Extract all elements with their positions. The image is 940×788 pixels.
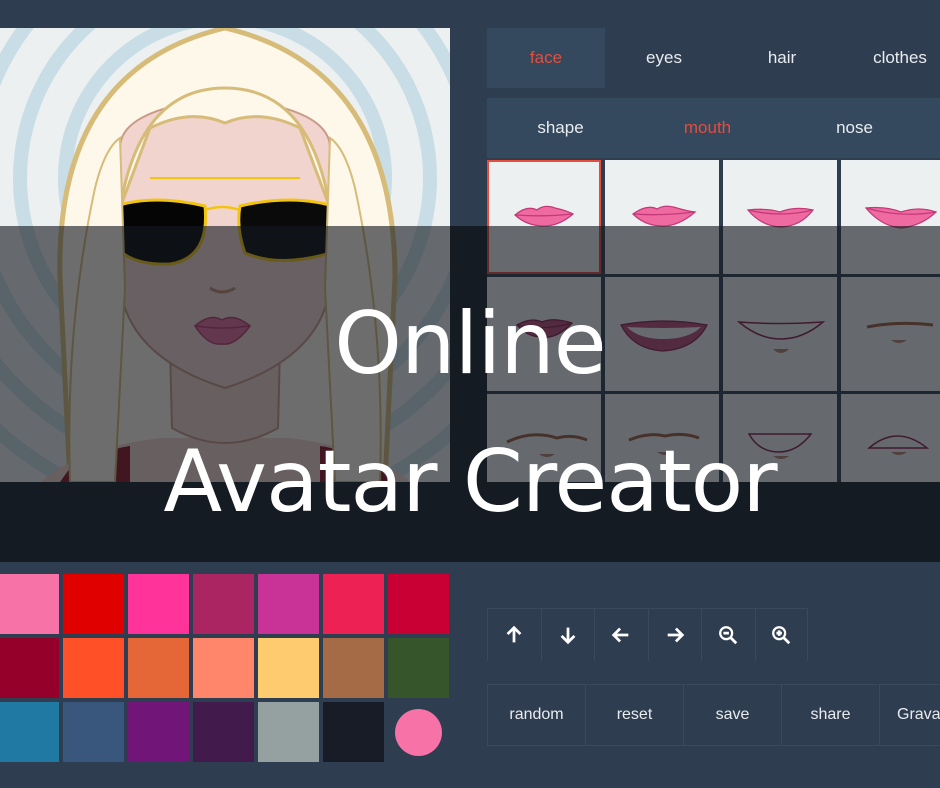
- mouth-icon: [620, 320, 708, 352]
- arrow-up-icon: [506, 625, 522, 643]
- color-palette: [0, 574, 450, 762]
- tab-clothes[interactable]: clothes: [841, 28, 940, 88]
- mouth-icon: [746, 207, 815, 228]
- move-left-button[interactable]: [113, 505, 170, 561]
- zoom-in-icon: [772, 626, 791, 645]
- mouth-icon: [631, 205, 697, 227]
- action-buttons: random reset save share Gravatar: [487, 684, 940, 746]
- avatar-preview: [0, 28, 450, 482]
- mouth-option[interactable]: [841, 394, 940, 508]
- arrow-right-icon: [189, 524, 208, 542]
- color-swatch[interactable]: [0, 574, 59, 634]
- redo-icon: [415, 526, 433, 535]
- part-zoom-out-button[interactable]: [701, 609, 755, 661]
- subcategory-tabs: shape mouth nose: [487, 98, 940, 158]
- redo-button[interactable]: [396, 505, 453, 561]
- mouth-option[interactable]: [605, 160, 719, 274]
- mouth-option[interactable]: [841, 160, 940, 274]
- avatar-illustration: [0, 28, 450, 482]
- arrow-left-icon: [130, 524, 149, 542]
- mouth-option[interactable]: [605, 394, 719, 508]
- random-button[interactable]: random: [488, 685, 586, 745]
- color-swatch[interactable]: [0, 638, 59, 698]
- color-swatch[interactable]: [128, 638, 189, 698]
- tab-eyes[interactable]: eyes: [605, 28, 723, 88]
- zoom-in-icon: [300, 523, 321, 544]
- mouth-icon: [866, 435, 930, 455]
- zoom-out-icon: [719, 626, 738, 645]
- share-button[interactable]: share: [782, 685, 880, 745]
- color-swatch[interactable]: [388, 638, 449, 698]
- mouth-option[interactable]: [605, 277, 719, 391]
- mouth-icon: [516, 319, 574, 338]
- tab-hair[interactable]: hair: [723, 28, 841, 88]
- undo-button[interactable]: [339, 505, 396, 561]
- undo-icon: [357, 526, 375, 535]
- mouth-option[interactable]: [723, 160, 837, 274]
- category-tabs: face eyes hair clothes: [487, 28, 940, 88]
- subtab-nose[interactable]: nose: [781, 98, 928, 158]
- mouth-icon: [747, 433, 813, 459]
- color-swatch[interactable]: [323, 702, 384, 762]
- part-move-right-button[interactable]: [647, 609, 702, 661]
- arrow-left-icon: [611, 627, 629, 643]
- color-swatch[interactable]: [258, 702, 319, 762]
- mouth-option[interactable]: [723, 394, 837, 508]
- part-move-up-button[interactable]: [487, 609, 541, 661]
- arrow-down-icon: [560, 627, 576, 645]
- color-swatch[interactable]: [258, 638, 319, 698]
- mouth-options-grid: [487, 160, 940, 508]
- mouth-icon: [628, 432, 700, 455]
- mouth-option[interactable]: [841, 277, 940, 391]
- arrow-up-icon: [19, 522, 36, 541]
- color-swatch[interactable]: [258, 574, 319, 634]
- subtab-shape[interactable]: shape: [487, 98, 634, 158]
- mouth-icon: [864, 206, 938, 229]
- color-swatch[interactable]: [193, 574, 254, 634]
- color-swatch[interactable]: [63, 638, 124, 698]
- selected-color-indicator[interactable]: [388, 702, 449, 762]
- color-swatch[interactable]: [323, 638, 384, 698]
- mouth-icon: [866, 321, 934, 343]
- color-swatch[interactable]: [193, 638, 254, 698]
- move-up-button[interactable]: [0, 505, 57, 561]
- arrow-down-icon: [76, 525, 93, 544]
- color-swatch[interactable]: [128, 702, 189, 762]
- part-zoom-in-button[interactable]: [754, 609, 808, 661]
- mouth-option[interactable]: [487, 394, 601, 508]
- color-swatch[interactable]: [128, 574, 189, 634]
- part-move-left-button[interactable]: [594, 609, 648, 661]
- color-swatch[interactable]: [193, 702, 254, 762]
- mouth-icon: [506, 433, 588, 457]
- arrow-right-icon: [667, 627, 685, 643]
- zoom-out-icon: [244, 523, 264, 544]
- zoom-in-button[interactable]: [283, 505, 339, 561]
- move-right-button[interactable]: [170, 505, 226, 561]
- color-swatch[interactable]: [0, 702, 59, 762]
- mouth-icon: [736, 321, 826, 353]
- overlay-gap: [450, 226, 487, 482]
- selected-color-circle: [395, 708, 442, 756]
- move-down-button[interactable]: [57, 505, 113, 561]
- mouth-icon: [514, 205, 575, 227]
- zoom-out-button[interactable]: [226, 505, 283, 561]
- save-button[interactable]: save: [684, 685, 782, 745]
- gravatar-button[interactable]: Gravatar: [880, 685, 940, 745]
- color-swatch[interactable]: [388, 574, 449, 634]
- part-position-toolbar: [487, 608, 808, 661]
- mouth-option[interactable]: [487, 160, 601, 274]
- reset-button[interactable]: reset: [586, 685, 684, 745]
- color-swatch[interactable]: [323, 574, 384, 634]
- tab-face[interactable]: face: [487, 28, 605, 88]
- avatar-toolbar: [0, 505, 452, 561]
- color-swatch[interactable]: [63, 702, 124, 762]
- mouth-option[interactable]: [487, 277, 601, 391]
- color-swatch[interactable]: [63, 574, 124, 634]
- part-move-down-button[interactable]: [540, 609, 595, 661]
- subtab-mouth[interactable]: mouth: [634, 98, 781, 158]
- mouth-option[interactable]: [723, 277, 837, 391]
